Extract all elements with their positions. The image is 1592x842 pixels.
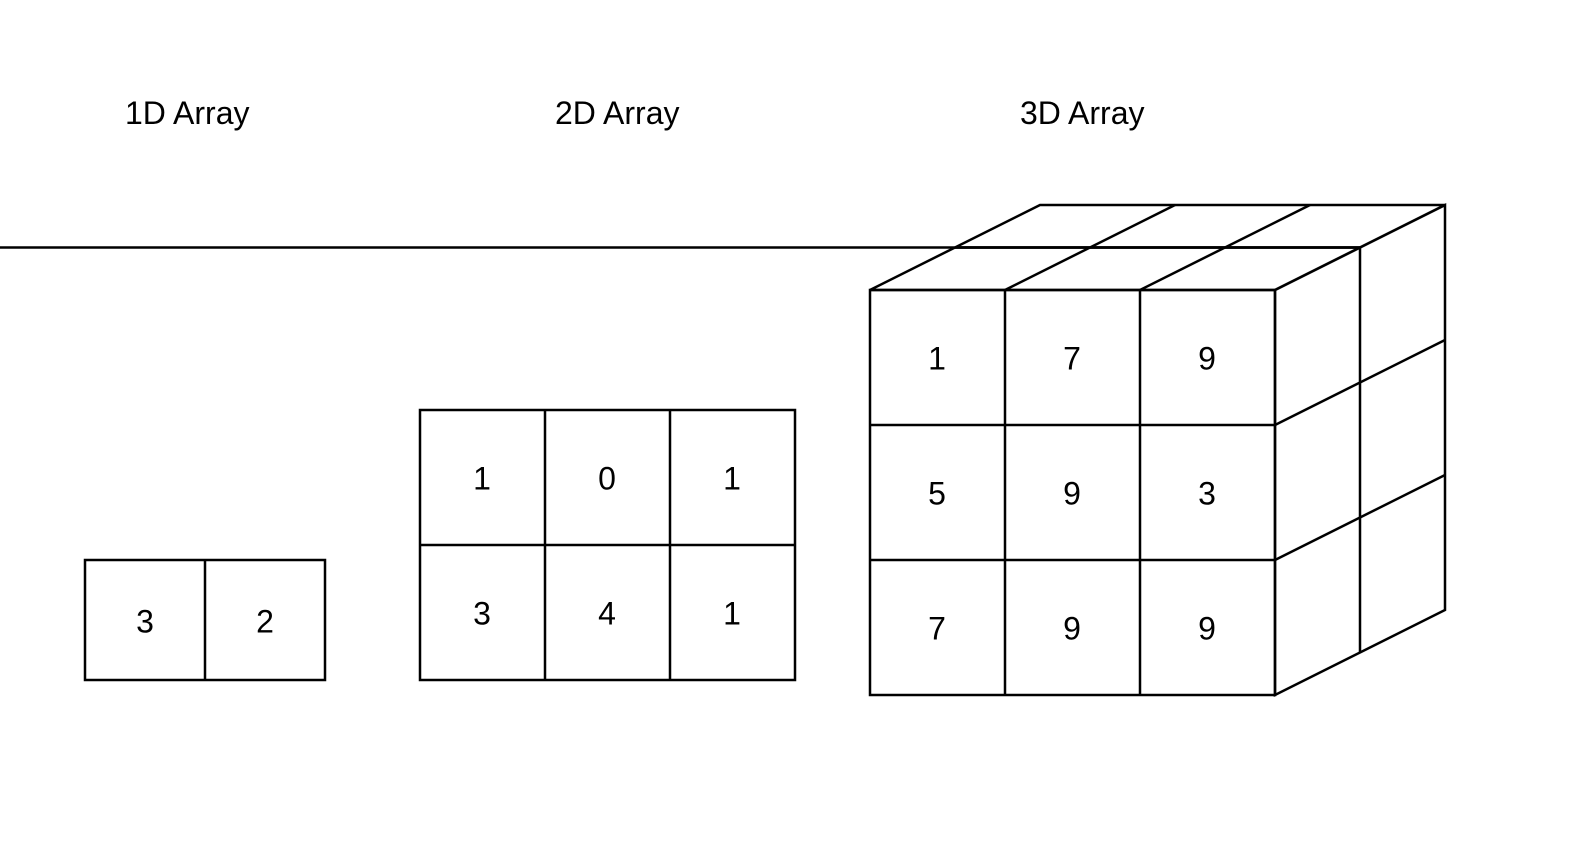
cell-3d-0-2: 9 — [1198, 340, 1216, 376]
cell-3d-1-0: 5 — [928, 475, 946, 511]
cell-2d-1-2: 1 — [723, 595, 741, 631]
cell-2d-0-1: 0 — [598, 460, 616, 496]
cell-3d-0-1: 7 — [1063, 340, 1081, 376]
cell-2d-0-2: 1 — [723, 460, 741, 496]
cell-3d-2-2: 9 — [1198, 610, 1216, 646]
cell-2d-0-0: 1 — [473, 460, 491, 496]
array-1d: 3 2 — [85, 560, 325, 680]
cell-2d-1-1: 4 — [598, 595, 616, 631]
cell-2d-1-0: 3 — [473, 595, 491, 631]
cell-1d-0: 3 — [136, 603, 154, 639]
cell-3d-1-1: 9 — [1063, 475, 1081, 511]
cell-1d-1: 2 — [256, 603, 274, 639]
cell-3d-0-0: 1 — [928, 340, 946, 376]
cell-3d-1-2: 3 — [1198, 475, 1216, 511]
cell-3d-2-1: 9 — [1063, 610, 1081, 646]
array-2d: 1 0 1 3 4 1 — [420, 410, 795, 680]
cell-3d-2-0: 7 — [928, 610, 946, 646]
